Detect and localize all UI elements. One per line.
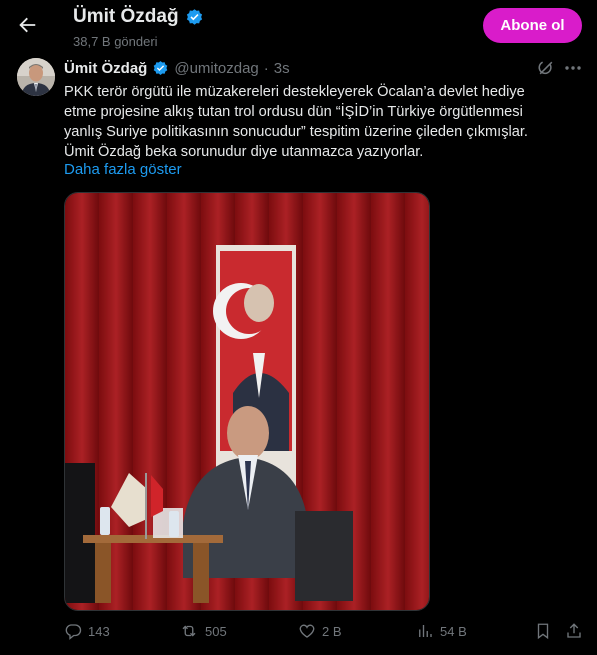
grok-icon (538, 61, 553, 75)
avatar-image (17, 58, 55, 96)
like-icon (299, 624, 315, 638)
author-handle[interactable]: @umitozdag (174, 60, 258, 77)
separator-dot: · (263, 60, 269, 77)
like-count: 2 B (322, 623, 342, 639)
profile-header-title: Ümit Özdağ (73, 6, 204, 28)
like-button[interactable]: 2 B (298, 622, 342, 640)
profile-name: Ümit Özdağ (73, 6, 179, 27)
repost-icon (182, 625, 196, 637)
share-icon (567, 623, 581, 638)
tweet-action-bar: 143 505 2 B 54 B (0, 620, 597, 646)
verified-badge-icon (154, 61, 168, 75)
grok-button[interactable] (536, 58, 556, 78)
views-icon (419, 625, 432, 637)
views-count: 54 B (440, 623, 467, 639)
reply-button[interactable]: 143 (64, 622, 110, 640)
views-button[interactable]: 54 B (416, 622, 467, 640)
tweet-photo[interactable] (64, 192, 430, 611)
event-photo (65, 193, 429, 610)
more-options-button[interactable] (562, 58, 584, 78)
arrow-left-icon (19, 17, 36, 33)
repost-count: 505 (205, 623, 227, 639)
avatar[interactable] (17, 58, 55, 96)
tweet-time[interactable]: 3s (274, 60, 290, 77)
more-horizontal-icon (565, 66, 581, 70)
subscribe-button[interactable]: Abone ol (483, 8, 582, 43)
show-more-link[interactable]: Daha fazla göster (64, 161, 182, 178)
tweet-text: PKK terör örgütü ile müzakereleri destek… (64, 84, 528, 160)
post-count: 38,7 B gönderi (73, 34, 158, 49)
reply-icon (65, 624, 82, 640)
bookmark-icon (537, 623, 549, 640)
reply-count: 143 (88, 623, 110, 639)
top-bar: Ümit Özdağ 38,7 B gönderi Abone ol (0, 0, 597, 52)
bookmark-button[interactable] (534, 622, 552, 640)
author-name[interactable]: Ümit Özdağ (64, 60, 147, 77)
share-button[interactable] (565, 622, 583, 640)
back-button[interactable] (14, 12, 40, 38)
verified-badge-icon (186, 8, 202, 25)
tweet-author-row: Ümit Özdağ @umitozdag · 3s (64, 60, 290, 77)
repost-button[interactable]: 505 (179, 622, 227, 640)
